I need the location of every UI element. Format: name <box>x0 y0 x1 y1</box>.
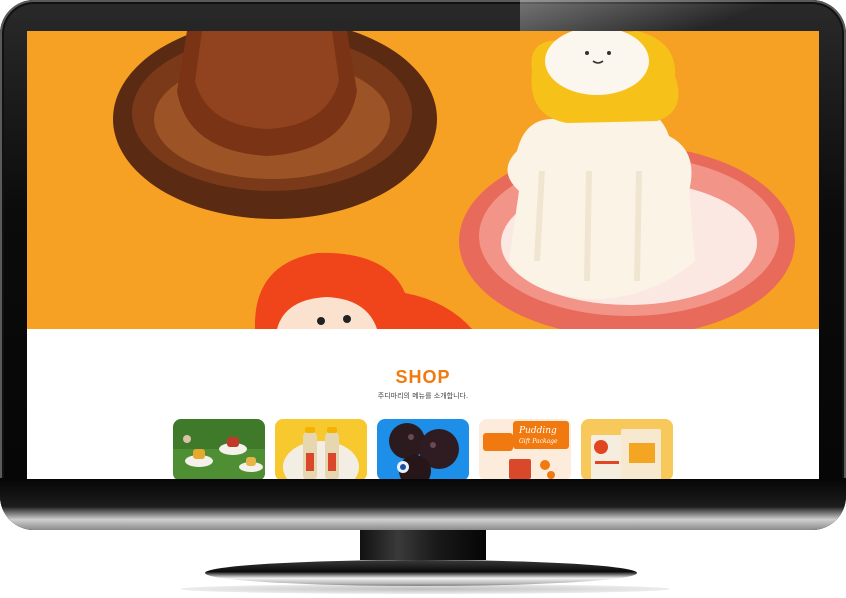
monitor-stand-neck <box>360 530 486 560</box>
product-thumb-bear-bottles[interactable] <box>275 419 367 479</box>
product-thumb-puddings[interactable] <box>173 419 265 479</box>
monitor-stand-base <box>205 560 637 586</box>
white-pudding <box>507 107 695 300</box>
shop-title: SHOP <box>395 367 451 387</box>
screen: SHOP 주디마리의 메뉴를 소개합니다. Pudding Gift Packa… <box>27 31 819 479</box>
svg-text:Pudding: Pudding <box>518 426 557 436</box>
hero-image <box>27 31 819 329</box>
svg-text:Gift Package: Gift Package <box>519 438 558 445</box>
monitor-stand-shadow <box>180 584 670 594</box>
product-thumb-cookies[interactable] <box>377 419 469 479</box>
product-thumb-baking-box[interactable] <box>581 419 673 479</box>
monitor-frame: SHOP 주디마리의 메뉴를 소개합니다. Pudding Gift Packa… <box>0 0 846 530</box>
hero-banner <box>27 31 819 329</box>
shop-section: SHOP 주디마리의 메뉴를 소개합니다. Pudding Gift Packa… <box>27 329 819 479</box>
product-thumb-gift-package[interactable]: Pudding Gift Package <box>479 419 571 479</box>
shop-subtitle: 주디마리의 메뉴를 소개합니다. <box>377 392 469 400</box>
monitor-bottom-bezel <box>0 478 846 530</box>
